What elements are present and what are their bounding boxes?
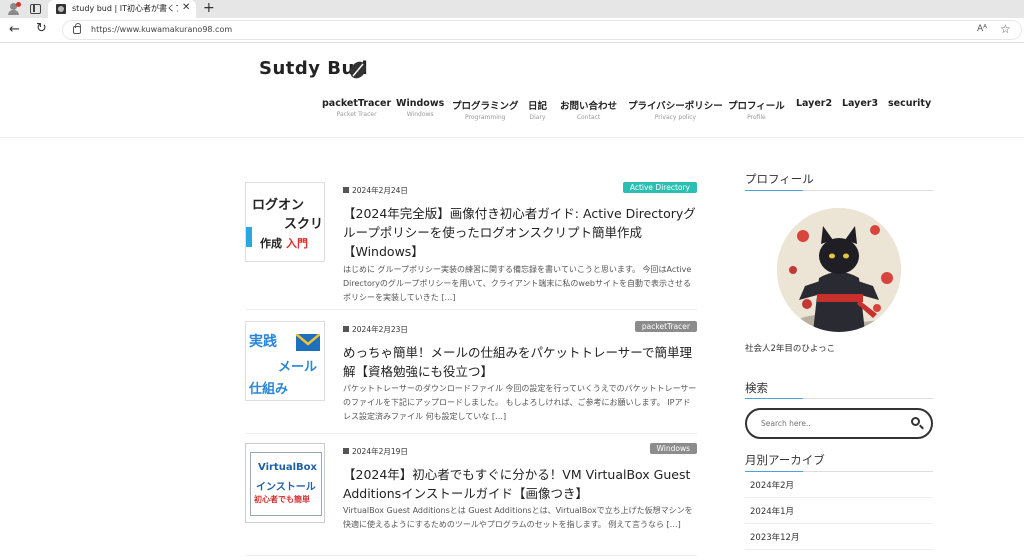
category-badge[interactable]: Windows [649, 443, 697, 454]
post-date: 2024年2月19日 [343, 446, 408, 457]
post-thumbnail[interactable]: VirtualBox インストール 初心者でも簡単 [245, 443, 325, 523]
thumbnail-text: 入門 [286, 237, 308, 250]
nav-item-security[interactable]: security [888, 98, 931, 109]
nav-item-profile[interactable]: プロフィール Profile [728, 98, 785, 121]
archive-item[interactable]: 2024年1月 [745, 500, 933, 524]
post-divider [245, 555, 697, 556]
thumbnail-text: スクリ [284, 217, 324, 232]
thumbnail-text: 実践 [249, 334, 277, 350]
post-title[interactable]: 【2024年】初心者でもすぐに分かる！VM VirtualBox Guest A… [343, 465, 697, 503]
post-card: VirtualBox インストール 初心者でも簡単 2024年2月19日 Win… [245, 443, 697, 560]
archive-item[interactable]: 2024年2月 [745, 474, 933, 498]
search-icon[interactable] [911, 417, 925, 431]
post-thumbnail[interactable]: 実践 メール 仕組み [245, 321, 325, 401]
envelope-icon [296, 334, 320, 351]
browser-tab[interactable]: study bud | IT初心者が書くブログ [48, 0, 196, 18]
thumbnail-text: 仕組み [249, 382, 289, 397]
nav-item-contact[interactable]: お問い合わせ Contact [560, 98, 617, 121]
search-heading: 検索 [745, 381, 768, 395]
thumbnail-text: 作成 [260, 237, 282, 250]
tab-actions-icon[interactable] [30, 4, 41, 14]
post-card: ログオン スクリ 作成 入門 2024年2月24日 Active Directo… [245, 182, 697, 310]
archive-item[interactable]: 2023年12月 [745, 526, 933, 550]
new-tab-button[interactable]: + [203, 0, 215, 16]
back-arrow-icon[interactable]: ← [9, 22, 20, 37]
tab-title: study bud | IT初心者が書くブログ [72, 4, 178, 13]
post-divider [245, 309, 697, 310]
thumbnail-text: ログオン [252, 198, 305, 213]
post-date: 2024年2月24日 [343, 185, 408, 196]
nav-item-diary[interactable]: 日記 Diary [528, 98, 547, 121]
read-aloud-icon[interactable]: Aᴬ [977, 24, 987, 34]
thumbnail-text: VirtualBox [258, 462, 317, 473]
post-card: 実践 メール 仕組み 2024年2月23日 packetTracer めっちゃ簡… [245, 321, 697, 434]
tab-close-icon[interactable]: ✕ [182, 2, 190, 13]
post-excerpt: VirtualBox Guest Additionsとは Guest Addit… [343, 506, 693, 529]
url-field[interactable]: https://www.kuwamakurano98.com Aᴬ ☆ [62, 20, 1022, 40]
thumbnail-text: インストール [256, 482, 316, 493]
category-badge[interactable]: packetTracer [634, 321, 697, 332]
browser-tab-bar: study bud | IT初心者が書くブログ ✕ + [0, 0, 1024, 18]
heading-underline [745, 471, 933, 472]
site-favicon-icon [56, 4, 66, 14]
leaf-logo-icon [350, 61, 366, 79]
post-title[interactable]: 【2024年完全版】画像付き初心者ガイド: Active Directoryグル… [343, 204, 697, 261]
ninja-cat-illustration [777, 208, 901, 332]
calendar-icon [343, 187, 349, 193]
nav-item-layer3[interactable]: Layer3 [842, 98, 878, 109]
favorite-star-icon[interactable]: ☆ [1000, 22, 1011, 36]
heading-underline [745, 190, 933, 191]
profile-description: 社会人2年目のひよっこ [745, 344, 836, 354]
avatar [777, 208, 901, 332]
post-excerpt: はじめに グループポリシー実装の練習に関する備忘録を書いていこうと思います。 今… [343, 265, 692, 302]
search-input[interactable] [761, 417, 901, 430]
post-divider [245, 433, 697, 434]
thumbnail-accent [246, 227, 252, 247]
thumbnail-text: メール [278, 360, 318, 375]
reload-icon[interactable]: ↻ [36, 21, 47, 36]
search-form [745, 408, 933, 439]
post-title[interactable]: めっちゃ簡単！メールの仕組みをパケットトレーサーで簡単理解【資格勉強にも役立つ】 [343, 343, 697, 381]
profile-heading: プロフィール [745, 172, 814, 186]
address-bar-row: ← ↻ https://www.kuwamakurano98.com Aᴬ ☆ [0, 18, 1024, 43]
lock-icon[interactable] [73, 23, 81, 34]
heading-underline [745, 398, 933, 399]
archive-heading: 月別アーカイブ [745, 453, 825, 467]
calendar-icon [343, 326, 349, 332]
post-thumbnail[interactable]: ログオン スクリ 作成 入門 [245, 182, 325, 262]
nav-item-packettracer[interactable]: packetTracer Packet Tracer [322, 98, 391, 118]
thumbnail-text: 初心者でも簡単 [254, 495, 310, 504]
post-date: 2024年2月23日 [343, 324, 408, 335]
category-badge[interactable]: Active Directory [622, 182, 697, 193]
calendar-icon [343, 448, 349, 454]
nav-item-privacy-policy[interactable]: プライバシーポリシー Privacy policy [628, 98, 723, 121]
nav-item-layer2[interactable]: Layer2 [796, 98, 832, 109]
post-excerpt: パケットトレーサーのダウンロードファイル 今回の設定を行っていくうえでのパケット… [343, 384, 697, 421]
nav-item-programming[interactable]: プログラミング Programming [452, 98, 519, 121]
url-text: https://www.kuwamakurano98.com [91, 25, 233, 34]
nav-item-windows[interactable]: Windows Windows [396, 98, 444, 118]
site-header: Sutdy Bud packetTracer Packet Tracer Wind… [0, 44, 1024, 138]
profile-icon[interactable] [6, 2, 22, 16]
